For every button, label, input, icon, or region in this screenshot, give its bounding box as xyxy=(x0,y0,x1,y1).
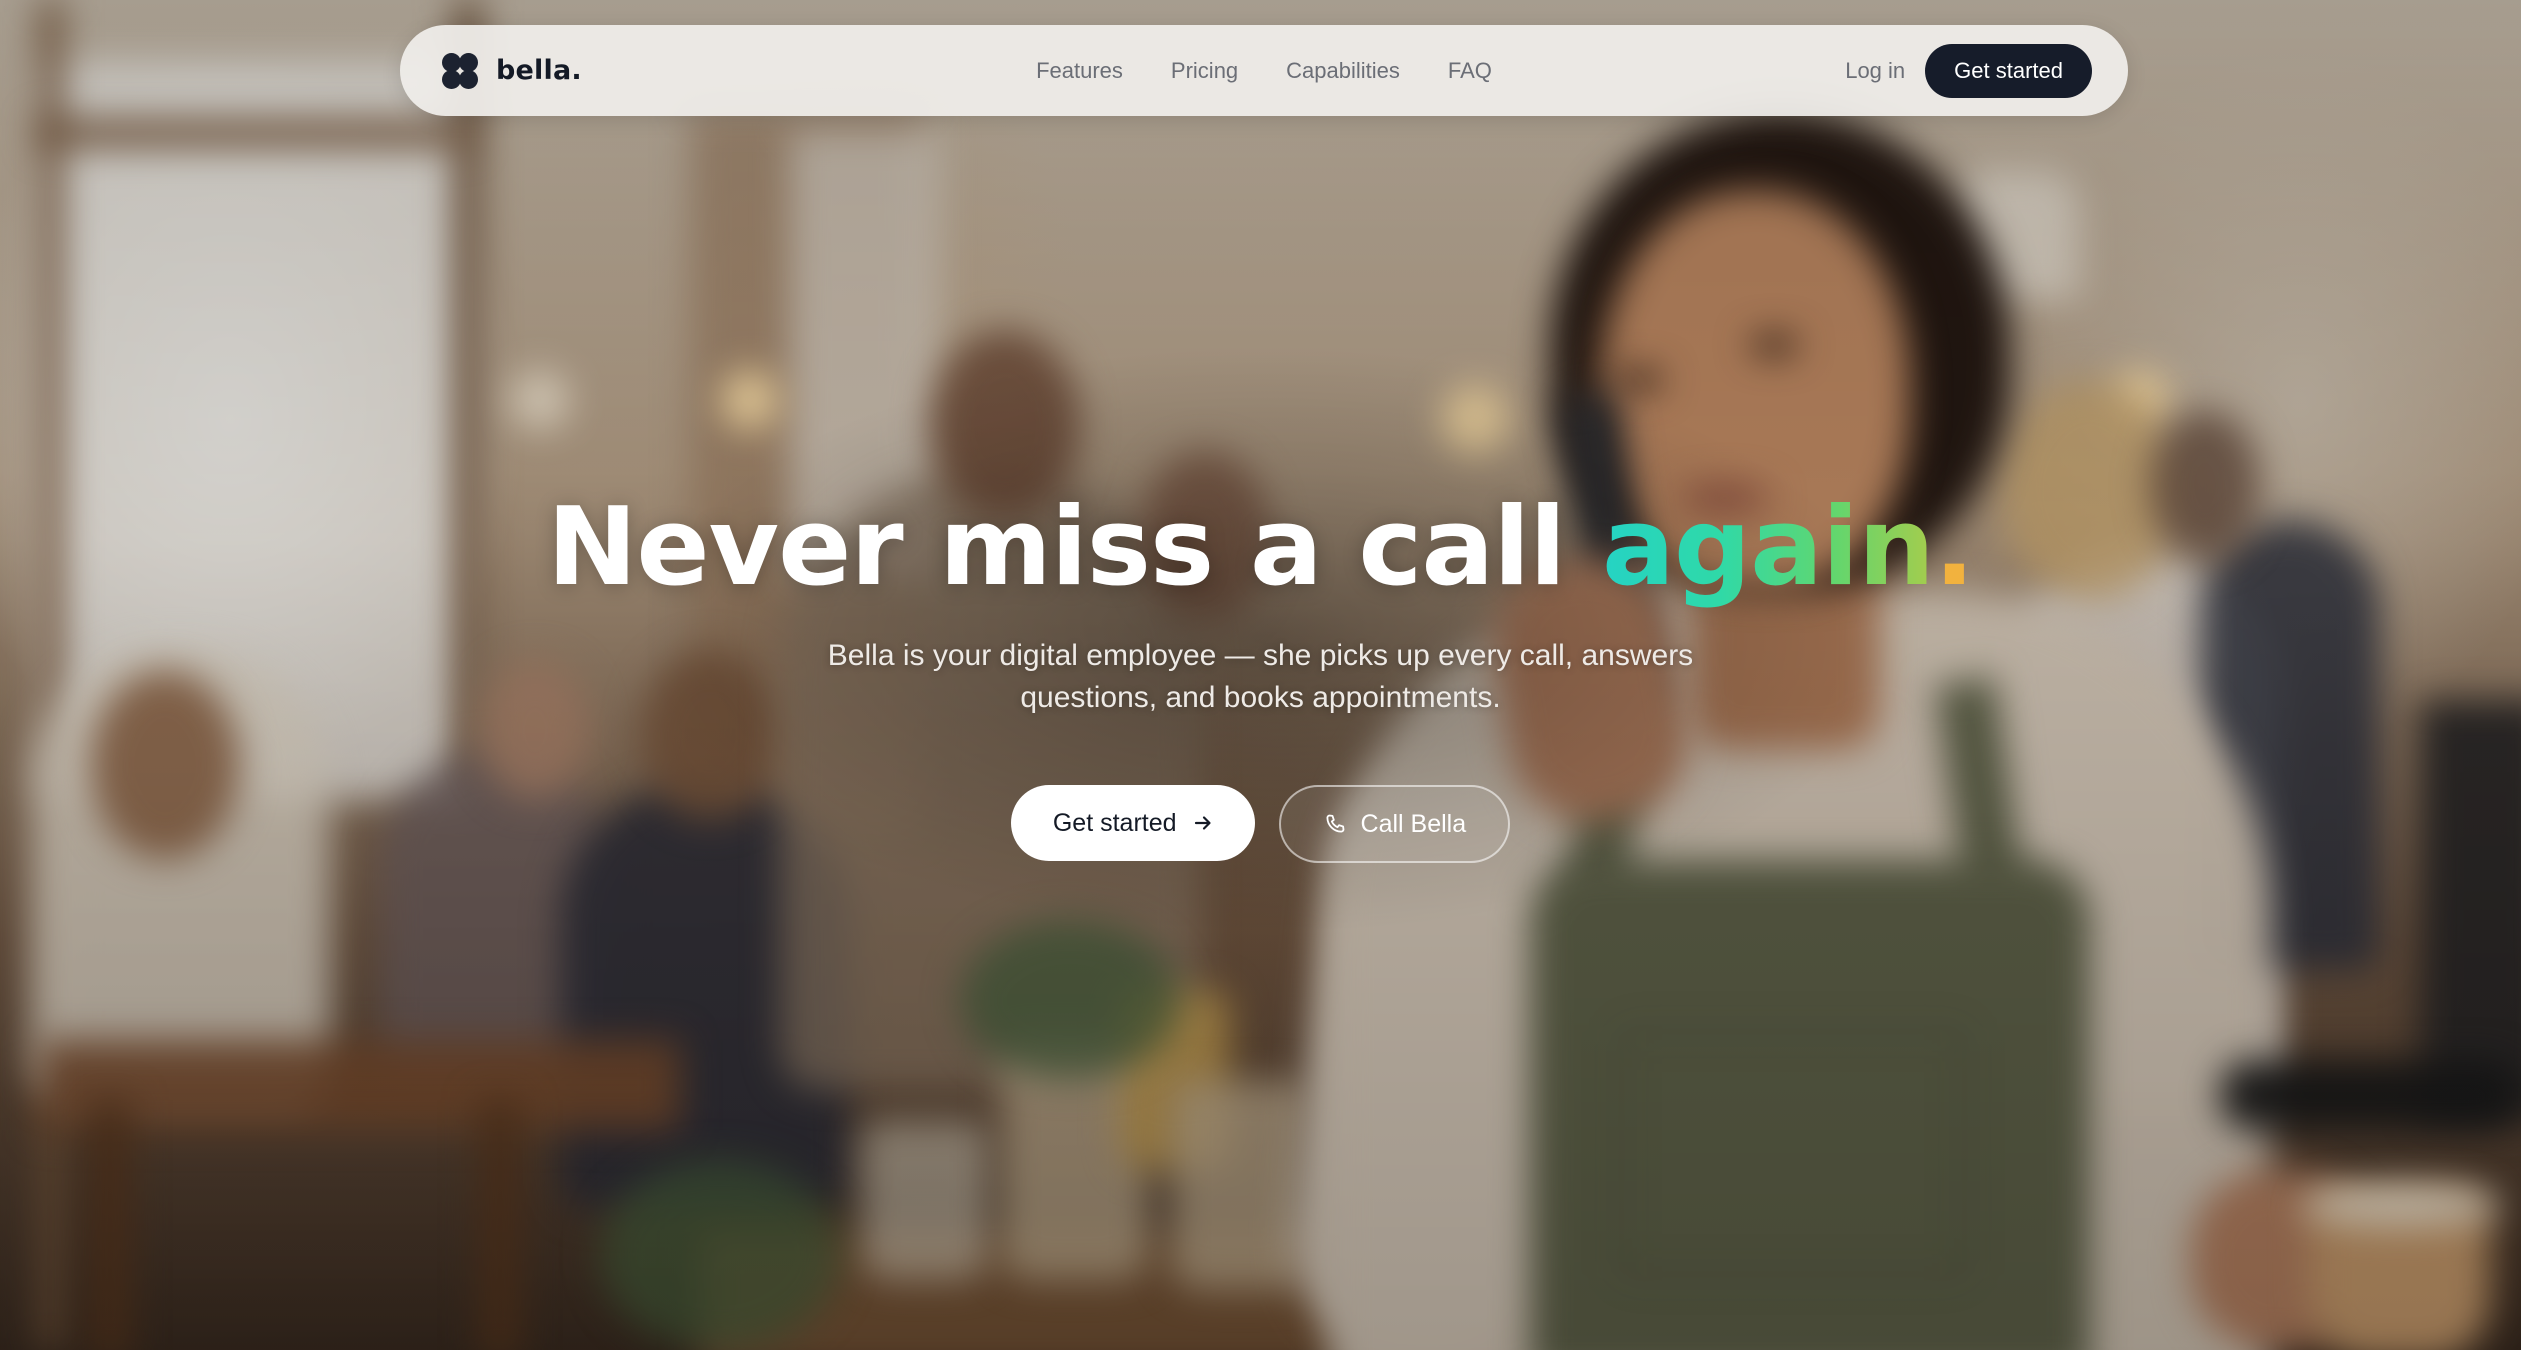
get-started-label: Get started xyxy=(1052,808,1177,837)
nav-link-pricing[interactable]: Pricing xyxy=(1171,58,1238,84)
nav-actions: Log in Get started xyxy=(1845,43,2092,98)
nav-link-capabilities[interactable]: Capabilities xyxy=(1286,58,1400,84)
login-link[interactable]: Log in xyxy=(1845,58,1905,84)
brand-logo-link[interactable]: bella. xyxy=(442,52,582,89)
arrow-right-icon xyxy=(1193,813,1213,833)
top-navigation-bar: bella. Features Pricing Capabilities FAQ… xyxy=(400,25,2128,116)
headline-dot: . xyxy=(1933,485,1975,610)
nav-get-started-button[interactable]: Get started xyxy=(1925,43,2092,98)
brand-name: bella. xyxy=(496,55,582,86)
nav-link-features[interactable]: Features xyxy=(1036,58,1123,84)
call-bella-label: Call Bella xyxy=(1360,809,1467,838)
nav-links: Features Pricing Capabilities FAQ xyxy=(1036,58,1492,84)
hero-headline: Never miss a call again. xyxy=(0,478,2521,618)
hero-subtext: Bella is your digital employee — she pic… xyxy=(827,639,1694,714)
headline-accent-text: again xyxy=(1601,485,1935,610)
nav-link-faq[interactable]: FAQ xyxy=(1448,58,1492,84)
call-bella-button[interactable]: Call Bella xyxy=(1278,785,1511,863)
phone-icon xyxy=(1323,812,1347,836)
hero-section: Never miss a call again. Bella is your d… xyxy=(0,0,2521,1350)
get-started-button[interactable]: Get started xyxy=(1010,785,1255,861)
hero-cta-row: Get started Call Bella xyxy=(0,785,2521,863)
headline-main-text: Never miss a call xyxy=(547,485,1602,610)
four-petal-logo-icon xyxy=(442,52,478,89)
